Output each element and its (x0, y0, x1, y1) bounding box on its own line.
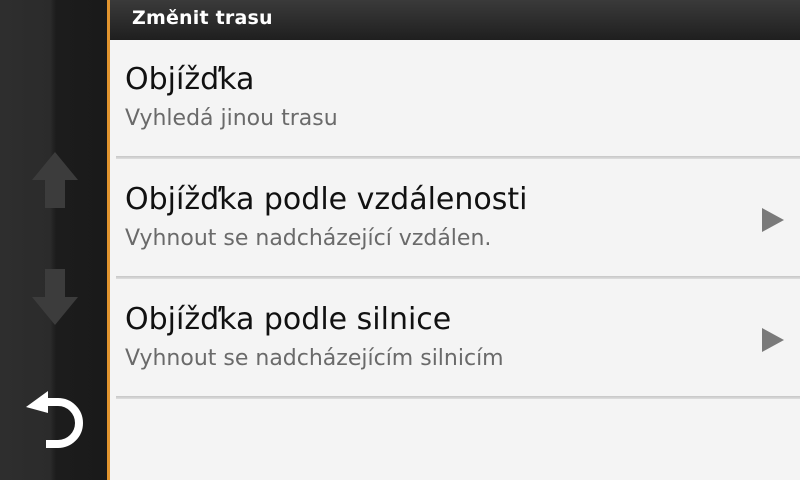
chevron-right-icon (762, 328, 784, 352)
divider (116, 276, 800, 279)
scroll-down-button[interactable] (20, 262, 90, 332)
arrow-down-icon (32, 269, 78, 325)
list-item-detour-by-distance[interactable]: Objížďka podle vzdálenosti Vyhnout se na… (110, 160, 800, 278)
item-title: Objížďka podle silnice (125, 302, 452, 337)
header-bar: Změnit trasu (110, 0, 800, 40)
divider (116, 396, 800, 399)
chevron-right-icon (762, 208, 784, 232)
list-item-detour[interactable]: Objížďka Vyhledá jinou trasu (110, 40, 800, 158)
item-title: Objížďka podle vzdálenosti (125, 182, 528, 217)
divider (116, 156, 800, 159)
item-subtitle: Vyhnout se nadcházejícím silnicím (125, 346, 504, 371)
page-title: Změnit trasu (132, 7, 273, 29)
route-options-list: Objížďka Vyhledá jinou trasu Objížďka po… (110, 40, 800, 480)
item-title: Objížďka (125, 62, 255, 97)
scroll-up-button[interactable] (20, 145, 90, 215)
screen: Změnit trasu Objížďka Vyhledá jinou tras… (0, 0, 800, 480)
sidebar (0, 0, 107, 480)
list-item-detour-by-road[interactable]: Objížďka podle silnice Vyhnout se nadchá… (110, 280, 800, 398)
arrow-up-icon (32, 152, 78, 208)
item-subtitle: Vyhnout se nadcházející vzdálen. (125, 226, 492, 251)
back-button[interactable] (20, 383, 90, 453)
item-subtitle: Vyhledá jinou trasu (125, 106, 338, 131)
back-icon (26, 391, 83, 448)
